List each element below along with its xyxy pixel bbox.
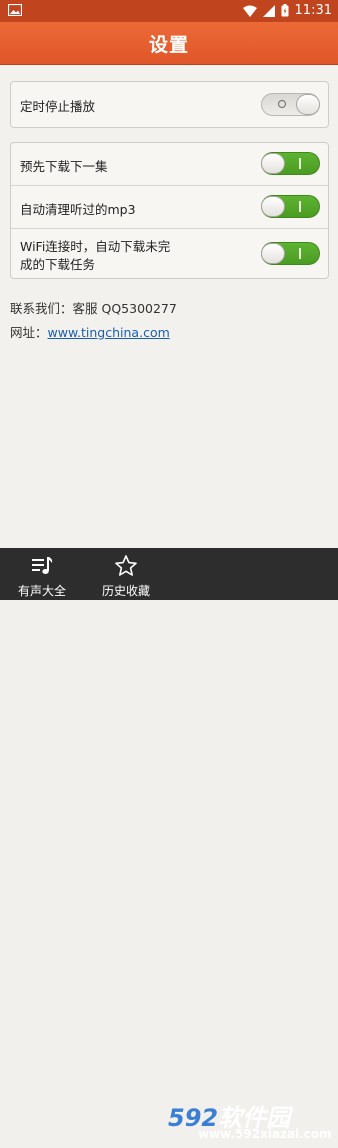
setting-label-line1: WiFi连接时，自动下载未完 xyxy=(20,239,171,254)
app-header: 设置 xyxy=(0,22,338,65)
bottom-nav: 有声大全 历史收藏 592软件园 www.592xiazai.com xyxy=(0,548,338,1141)
setting-row-autoclean[interactable]: 自动清理听过的mp3 xyxy=(11,186,328,229)
toggle-knob xyxy=(261,196,285,217)
setting-label: 自动清理听过的mp3 xyxy=(20,202,136,217)
toggle-on-mark-icon xyxy=(299,248,301,259)
music-list-icon xyxy=(32,557,53,574)
website-label: 网址： xyxy=(10,325,48,340)
nav-label: 有声大全 xyxy=(17,584,66,598)
watermark-url: www.592xiazai.com xyxy=(198,1127,332,1141)
settings-content: 定时停止播放 预先下载下一集 自动清理听过的mp3 WiFi连接时，自动下载未完… xyxy=(0,65,338,548)
setting-label: 定时停止播放 xyxy=(20,99,96,114)
timer-stop-toggle[interactable] xyxy=(261,93,320,116)
toggle-knob xyxy=(261,153,285,174)
battery-icon xyxy=(281,4,289,17)
star-icon xyxy=(115,555,137,576)
setting-row-wifi-download[interactable]: WiFi连接时，自动下载未完 成的下载任务 xyxy=(11,229,328,278)
website-link[interactable]: www.tingchina.com xyxy=(48,325,170,340)
status-time: 11:31 xyxy=(294,3,332,18)
nav-item-audiobooks[interactable]: 有声大全 xyxy=(14,548,70,600)
autoclean-toggle[interactable] xyxy=(261,195,320,218)
toggle-off-mark-icon xyxy=(278,100,286,108)
toggle-on-mark-icon xyxy=(299,158,301,169)
setting-label-line2: 成的下载任务 xyxy=(20,257,96,272)
contact-info: 联系我们：客服 QQ5300277 xyxy=(10,298,177,317)
wifi-download-toggle[interactable] xyxy=(261,242,320,265)
watermark: 592软件园 www.592xiazai.com xyxy=(160,1096,338,1148)
signal-icon xyxy=(262,4,275,17)
status-indicators: 11:31 xyxy=(242,3,332,18)
predownload-toggle[interactable] xyxy=(261,152,320,175)
settings-group-timer: 定时停止播放 xyxy=(10,81,329,128)
status-bar: 11:31 xyxy=(0,0,338,22)
page-title: 设置 xyxy=(148,33,189,56)
website-info: 网址：www.tingchina.com xyxy=(10,322,170,341)
toggle-knob xyxy=(296,94,320,115)
setting-row-timer-stop[interactable]: 定时停止播放 xyxy=(11,82,328,127)
wifi-icon xyxy=(242,5,257,17)
setting-row-predownload[interactable]: 预先下载下一集 xyxy=(11,143,328,186)
nav-label: 历史收藏 xyxy=(101,584,150,598)
toggle-knob xyxy=(261,243,285,264)
gallery-notification-icon xyxy=(8,4,22,16)
contact-value: 客服 QQ5300277 xyxy=(72,301,177,316)
toggle-on-mark-icon xyxy=(299,201,301,212)
setting-label: 预先下载下一集 xyxy=(20,159,108,174)
nav-item-history[interactable]: 历史收藏 xyxy=(98,548,154,600)
contact-label: 联系我们： xyxy=(10,301,73,316)
settings-group-download: 预先下载下一集 自动清理听过的mp3 WiFi连接时，自动下载未完 成的下载任务 xyxy=(10,142,329,279)
